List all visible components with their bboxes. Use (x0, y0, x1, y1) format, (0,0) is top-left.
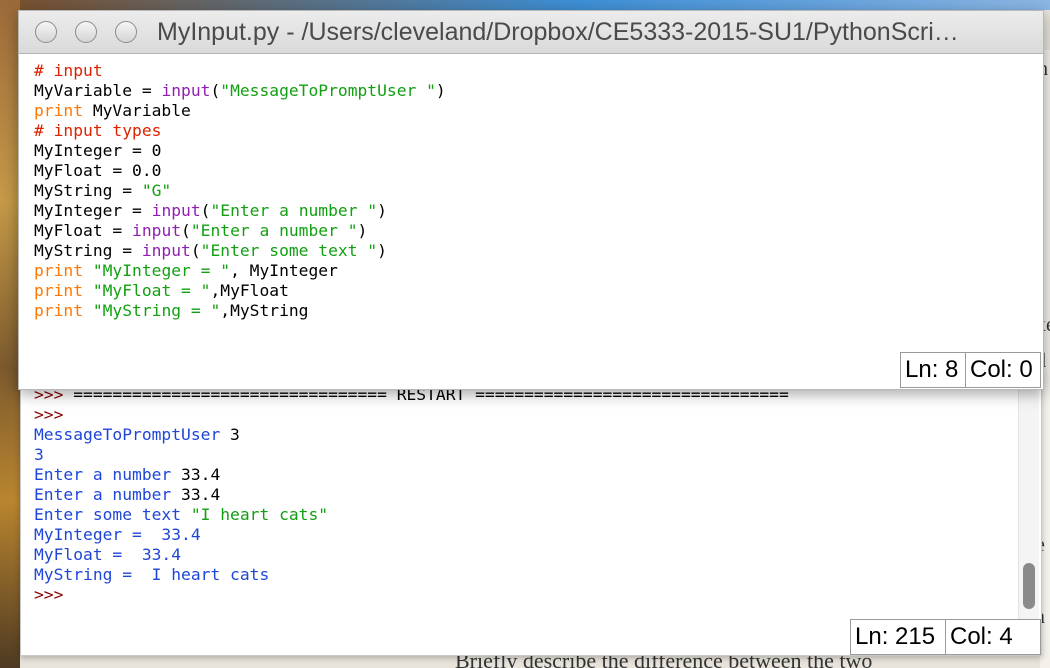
editor-column-indicator: Col: 0 (965, 352, 1041, 388)
code-line: MyFloat = 0.0 (34, 161, 1013, 181)
code-token: "Enter a number " (190, 221, 358, 240)
shell-column-indicator: Col: 4 (945, 619, 1041, 655)
code-token: MyInteger = 33.4 (34, 525, 201, 544)
code-token: input (161, 81, 211, 100)
code-token: MyInteger = (34, 201, 152, 220)
minimize-window-button[interactable] (75, 21, 97, 43)
code-token: MyVariable = (34, 81, 162, 100)
shell-line: MyString = I heart cats (34, 565, 1001, 585)
code-line: MyVariable = input("MessageToPromptUser … (34, 81, 1013, 101)
code-token: ( (181, 221, 191, 240)
shell-scrollbar[interactable] (1018, 371, 1039, 655)
desktop-menubar-strip (0, 0, 1050, 10)
editor-window[interactable]: MyInput.py - /Users/cleveland/Dropbox/CE… (18, 10, 1044, 390)
code-line: print MyVariable (34, 101, 1013, 121)
code-line: MyFloat = input("Enter a number ") (34, 221, 1013, 241)
python-shell-window[interactable]: >>> ================================ RES… (20, 370, 1042, 656)
code-token: "I heart cats" (190, 505, 329, 524)
code-token: MyFloat = 33.4 (34, 545, 182, 564)
code-token: input (132, 221, 182, 240)
code-token: 3 (34, 445, 44, 464)
code-line: MyInteger = 0 (34, 141, 1013, 161)
shell-line: MessageToPromptUser 3 (34, 425, 1001, 445)
code-token: "MessageToPromptUser " (220, 81, 436, 100)
code-token: "Enter a number " (210, 201, 378, 220)
shell-line: >>> (34, 585, 1001, 605)
code-token: print (34, 301, 84, 320)
code-line: # input types (34, 121, 1013, 141)
editor-line-indicator: Ln: 8 (900, 352, 966, 388)
code-token: ( (210, 81, 221, 100)
code-token: MyInteger = 0 (34, 141, 162, 160)
code-token: print (34, 261, 84, 280)
code-line: print "MyString = ",MyString (34, 301, 1013, 321)
close-window-button[interactable] (35, 21, 57, 43)
code-token: input (141, 241, 191, 260)
code-token: "MyFloat = " (92, 281, 211, 300)
title-bar[interactable]: MyInput.py - /Users/cleveland/Dropbox/CE… (19, 11, 1043, 54)
shell-line: Enter some text "I heart cats" (34, 505, 1001, 525)
code-token: MyFloat = (34, 221, 133, 240)
code-token: "MyString = " (92, 301, 221, 320)
code-token: MyVariable (83, 101, 191, 120)
code-token: "G" (141, 181, 172, 200)
code-token: , MyInteger (230, 261, 338, 280)
code-token: MyString = I heart cats (34, 565, 270, 584)
shell-line: Enter a number 33.4 (34, 465, 1001, 485)
code-line: MyString = "G" (34, 181, 1013, 201)
shell-line: MyInteger = 33.4 (34, 525, 1001, 545)
code-token: Enter a number (34, 465, 182, 484)
code-token: ) (357, 221, 368, 240)
code-token: ) (377, 241, 387, 260)
code-token: "Enter some text " (200, 241, 378, 260)
code-token: MessageToPromptUser (34, 425, 231, 444)
code-token: ,MyFloat (210, 281, 289, 300)
code-token: ,MyString (220, 301, 309, 320)
shell-line: Enter a number 33.4 (34, 485, 1001, 505)
code-token: print (34, 101, 84, 120)
code-token: Enter some text (34, 505, 191, 524)
code-token: >>> (34, 585, 64, 604)
code-token: MyString = (34, 181, 142, 200)
code-token: >>> (34, 405, 64, 424)
code-token: # input (34, 61, 103, 80)
code-token: MyFloat = 0.0 (34, 161, 162, 180)
code-token: print (34, 281, 84, 300)
shell-line-indicator: Ln: 215 (850, 619, 946, 655)
shell-scrollbar-thumb[interactable] (1023, 563, 1035, 609)
code-editor[interactable]: # input MyVariable = input("MessageToProm… (34, 61, 1013, 321)
code-line: print "MyFloat = ",MyFloat (34, 281, 1013, 301)
code-token: ) (377, 201, 387, 220)
code-token: ( (190, 241, 201, 260)
shell-output[interactable]: >>> ================================ RES… (34, 385, 1001, 605)
code-line: MyString = input("Enter some text ") (34, 241, 1013, 261)
code-token: 33.4 (181, 485, 221, 504)
code-token: "MyInteger = " (92, 261, 231, 280)
code-line: print "MyInteger = ", MyInteger (34, 261, 1013, 281)
code-token: Enter a number (34, 485, 182, 504)
code-token: input (151, 201, 201, 220)
code-token: # input types (34, 121, 162, 140)
code-line: # input (34, 61, 1013, 81)
desktop-wallpaper (0, 0, 20, 668)
shell-line: MyFloat = 33.4 (34, 545, 1001, 565)
code-token: 3 (230, 425, 240, 444)
window-title: MyInput.py - /Users/cleveland/Dropbox/CE… (157, 18, 959, 46)
code-token: ) (435, 81, 446, 100)
shell-line: 3 (34, 445, 1001, 465)
code-token: MyString = (34, 241, 142, 260)
code-line: MyInteger = input("Enter a number ") (34, 201, 1013, 221)
shell-line: >>> (34, 405, 1001, 425)
code-token: ( (200, 201, 211, 220)
code-token: 33.4 (181, 465, 221, 484)
zoom-window-button[interactable] (115, 21, 137, 43)
